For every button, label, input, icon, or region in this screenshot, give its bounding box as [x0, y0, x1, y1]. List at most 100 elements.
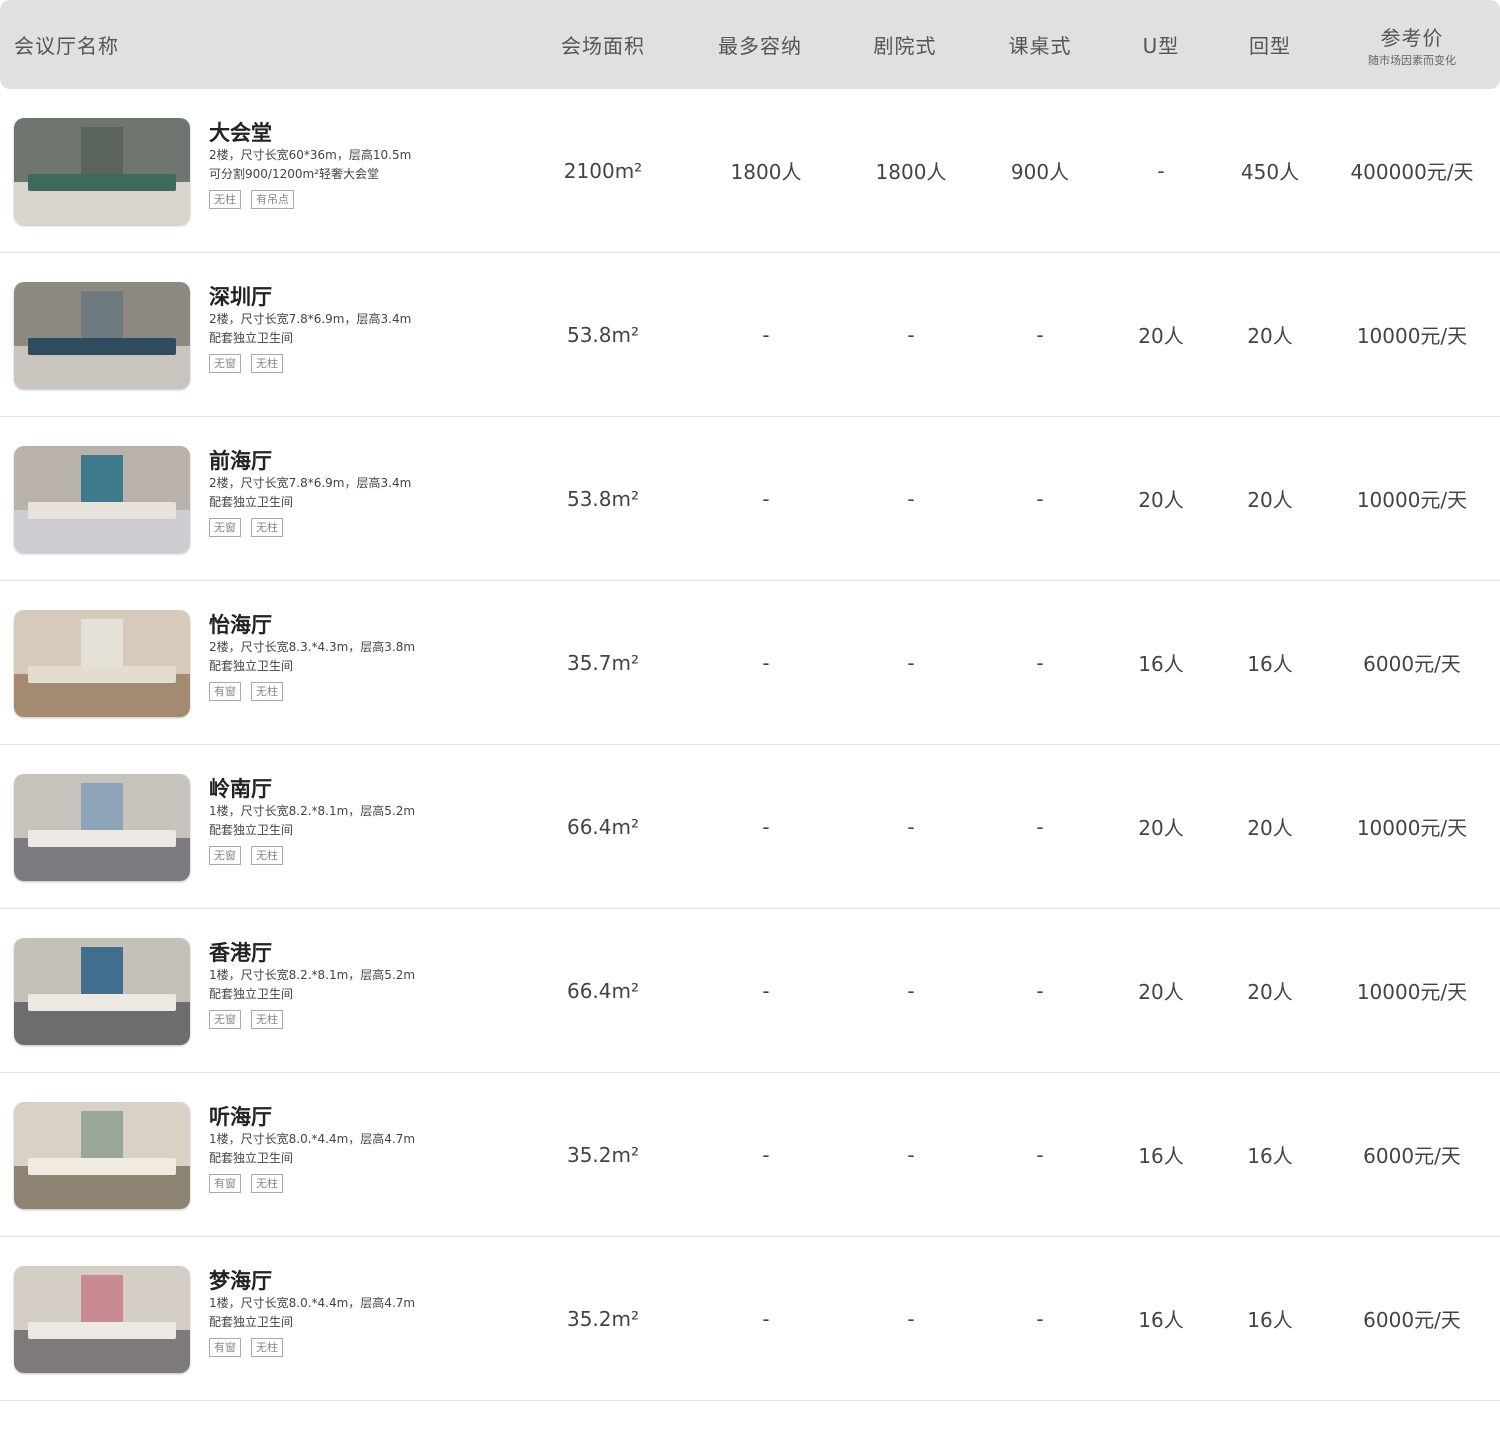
cell-area: 35.2m² [566, 1306, 640, 1331]
table-header: 会议厅名称 会场面积 最多容纳 剧院式 课桌式 U型 回型 参考价 随市场因素而… [0, 0, 1500, 89]
room-tag: 无窗 [209, 1010, 241, 1029]
cell-max: - [762, 486, 770, 511]
room-spec: 2楼，尺寸长宽60*36m，层高10.5m [209, 148, 412, 162]
table-row[interactable]: 前海厅 2楼，尺寸长宽7.8*6.9m，层高3.4m 配套独立卫生间 无窗 无柱 … [0, 417, 1500, 581]
table-row[interactable]: 香港厅 1楼，尺寸长宽8.2.*8.1m，层高5.2m 配套独立卫生间 无窗 无柱… [0, 909, 1500, 1073]
cell-theater: - [907, 650, 915, 675]
room-tag: 无柱 [251, 518, 283, 537]
room-photo[interactable] [14, 1266, 190, 1373]
cell-hollow: 16人 [1247, 1144, 1293, 1168]
cell-classroom: 900人 [1010, 160, 1070, 184]
cell-area: 66.4m² [566, 814, 640, 839]
cell-u-shape: - [1157, 158, 1165, 183]
header-area: 会场面积 [561, 34, 645, 58]
cell-max: - [762, 1142, 770, 1167]
room-photo-seating [28, 173, 176, 191]
table-body: 大会堂 2楼，尺寸长宽60*36m，层高10.5m 可分割900/1200m²轻… [0, 89, 1500, 1401]
table-row[interactable]: 听海厅 1楼，尺寸长宽8.0.*4.4m，层高4.7m 配套独立卫生间 有窗 无柱… [0, 1073, 1500, 1237]
room-note: 配套独立卫生间 [209, 823, 294, 837]
cell-area: 53.8m² [566, 322, 640, 347]
header-name: 会议厅名称 [14, 34, 119, 58]
room-photo-seating [28, 501, 176, 519]
room-tag: 无柱 [251, 846, 283, 865]
cell-hollow: 16人 [1247, 1308, 1293, 1332]
room-tags: 有窗 无柱 [209, 682, 539, 701]
cell-hollow: 450人 [1240, 160, 1300, 184]
cell-u-shape: 20人 [1138, 324, 1184, 348]
room-photo[interactable] [14, 1102, 190, 1209]
room-photo-seating [28, 829, 176, 847]
room-spec: 2楼，尺寸长宽7.8*6.9m，层高3.4m [209, 476, 412, 490]
cell-hollow: 20人 [1247, 324, 1293, 348]
room-tags: 无窗 无柱 [209, 846, 539, 865]
cell-u-shape: 16人 [1138, 1308, 1184, 1332]
room-name[interactable]: 听海厅 [209, 1104, 539, 1130]
header-price-label: 参考价 [1380, 25, 1444, 50]
room-tag: 无柱 [251, 1010, 283, 1029]
cell-u-shape: 20人 [1138, 816, 1184, 840]
cell-theater: - [907, 322, 915, 347]
room-photo[interactable] [14, 610, 190, 717]
cell-hollow: 16人 [1247, 652, 1293, 676]
cell-area: 53.8m² [566, 486, 640, 511]
cell-max: - [762, 322, 770, 347]
room-tag: 无柱 [251, 1174, 283, 1193]
cell-price: 6000元/天 [1363, 1144, 1461, 1168]
cell-price: 6000元/天 [1363, 1308, 1461, 1332]
room-name[interactable]: 岭南厅 [209, 776, 539, 802]
venue-table: 会议厅名称 会场面积 最多容纳 剧院式 课桌式 U型 回型 参考价 随市场因素而… [0, 0, 1500, 1401]
room-photo[interactable] [14, 938, 190, 1045]
header-max: 最多容纳 [718, 34, 802, 58]
room-name[interactable]: 前海厅 [209, 448, 539, 474]
room-tag: 无柱 [251, 1338, 283, 1357]
room-photo[interactable] [14, 774, 190, 881]
cell-price: 10000元/天 [1356, 324, 1468, 348]
table-row[interactable]: 深圳厅 2楼，尺寸长宽7.8*6.9m，层高3.4m 配套独立卫生间 无窗 无柱 … [0, 253, 1500, 417]
room-info: 听海厅 1楼，尺寸长宽8.0.*4.4m，层高4.7m 配套独立卫生间 有窗 无柱 [209, 1104, 539, 1193]
room-tags: 有窗 无柱 [209, 1174, 539, 1193]
cell-hollow: 20人 [1247, 488, 1293, 512]
cell-price: 10000元/天 [1356, 980, 1468, 1004]
room-note: 配套独立卫生间 [209, 331, 294, 345]
room-info: 深圳厅 2楼，尺寸长宽7.8*6.9m，层高3.4m 配套独立卫生间 无窗 无柱 [209, 284, 539, 373]
room-spec: 2楼，尺寸长宽7.8*6.9m，层高3.4m [209, 312, 412, 326]
room-name[interactable]: 大会堂 [209, 120, 539, 146]
table-row[interactable]: 梦海厅 1楼，尺寸长宽8.0.*4.4m，层高4.7m 配套独立卫生间 有窗 无柱… [0, 1237, 1500, 1401]
room-name[interactable]: 怡海厅 [209, 612, 539, 638]
room-photo-seating [28, 1321, 176, 1339]
room-spec: 1楼，尺寸长宽8.2.*8.1m，层高5.2m [209, 968, 416, 982]
cell-classroom: - [1036, 814, 1044, 839]
room-photo[interactable] [14, 282, 190, 389]
cell-price: 400000元/天 [1350, 160, 1474, 184]
room-note: 配套独立卫生间 [209, 495, 294, 509]
cell-price: 6000元/天 [1363, 652, 1461, 676]
table-row[interactable]: 大会堂 2楼，尺寸长宽60*36m，层高10.5m 可分割900/1200m²轻… [0, 89, 1500, 253]
room-name[interactable]: 深圳厅 [209, 284, 539, 310]
room-name[interactable]: 梦海厅 [209, 1268, 539, 1294]
room-photo[interactable] [14, 446, 190, 553]
room-tags: 无窗 无柱 [209, 1010, 539, 1029]
room-tag: 有吊点 [251, 190, 294, 209]
room-info: 怡海厅 2楼，尺寸长宽8.3.*4.3m，层高3.8m 配套独立卫生间 有窗 无柱 [209, 612, 539, 701]
room-tag: 无柱 [251, 682, 283, 701]
cell-hollow: 20人 [1247, 816, 1293, 840]
room-tags: 有窗 无柱 [209, 1338, 539, 1357]
cell-max: - [762, 814, 770, 839]
room-note: 可分割900/1200m²轻奢大会堂 [209, 167, 379, 181]
room-tag: 无窗 [209, 518, 241, 537]
room-spec: 1楼，尺寸长宽8.0.*4.4m，层高4.7m [209, 1296, 416, 1310]
cell-classroom: - [1036, 486, 1044, 511]
cell-theater: - [907, 814, 915, 839]
cell-u-shape: 16人 [1138, 1144, 1184, 1168]
room-info: 前海厅 2楼，尺寸长宽7.8*6.9m，层高3.4m 配套独立卫生间 无窗 无柱 [209, 448, 539, 537]
room-photo[interactable] [14, 118, 190, 225]
room-name[interactable]: 香港厅 [209, 940, 539, 966]
room-info: 香港厅 1楼，尺寸长宽8.2.*8.1m，层高5.2m 配套独立卫生间 无窗 无柱 [209, 940, 539, 1029]
header-u-shape: U型 [1142, 34, 1180, 58]
table-row[interactable]: 怡海厅 2楼，尺寸长宽8.3.*4.3m，层高3.8m 配套独立卫生间 有窗 无柱… [0, 581, 1500, 745]
header-theater: 剧院式 [873, 34, 937, 58]
room-note: 配套独立卫生间 [209, 987, 294, 1001]
room-tag: 无窗 [209, 846, 241, 865]
table-row[interactable]: 岭南厅 1楼，尺寸长宽8.2.*8.1m，层高5.2m 配套独立卫生间 无窗 无柱… [0, 745, 1500, 909]
room-info: 岭南厅 1楼，尺寸长宽8.2.*8.1m，层高5.2m 配套独立卫生间 无窗 无柱 [209, 776, 539, 865]
